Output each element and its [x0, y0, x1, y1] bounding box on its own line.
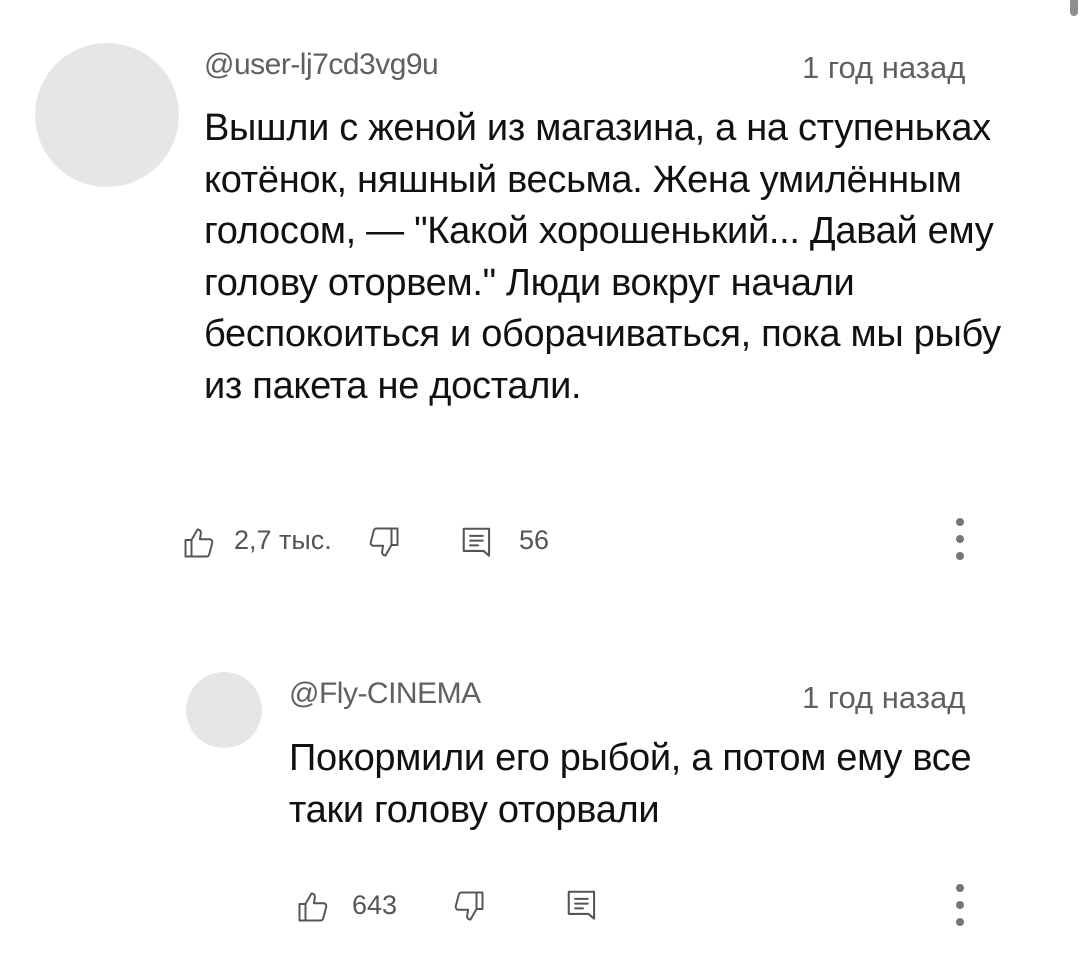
scrollbar-thumb[interactable] [1070, 0, 1078, 16]
like-count: 2,7 тыс. [234, 525, 332, 555]
thumbs-up-icon[interactable] [295, 889, 331, 925]
avatar[interactable] [35, 43, 179, 187]
more-vertical-icon[interactable] [956, 518, 966, 564]
more-vertical-icon[interactable] [956, 884, 966, 930]
comment-text: Покормили его рыбой, а потом ему все так… [289, 737, 972, 831]
thumbs-down-icon[interactable] [451, 888, 487, 924]
reply-count: 56 [519, 525, 550, 555]
comment-icon[interactable] [564, 887, 602, 925]
avatar[interactable] [186, 672, 262, 748]
comment-icon[interactable] [459, 524, 497, 562]
comment-username[interactable]: @Fly-CINEMA [289, 677, 481, 711]
comment-timestamp[interactable]: 1 год назад [802, 50, 965, 86]
thumbs-up-icon[interactable] [181, 525, 217, 561]
comment-text: Вышли с женой из магазина, а на ступеньк… [204, 107, 1001, 407]
like-count: 643 [352, 890, 398, 920]
thumbs-down-icon[interactable] [366, 524, 402, 560]
comment-timestamp[interactable]: 1 год назад [802, 680, 965, 716]
comment-username[interactable]: @user-lj7cd3vg9u [204, 48, 439, 82]
